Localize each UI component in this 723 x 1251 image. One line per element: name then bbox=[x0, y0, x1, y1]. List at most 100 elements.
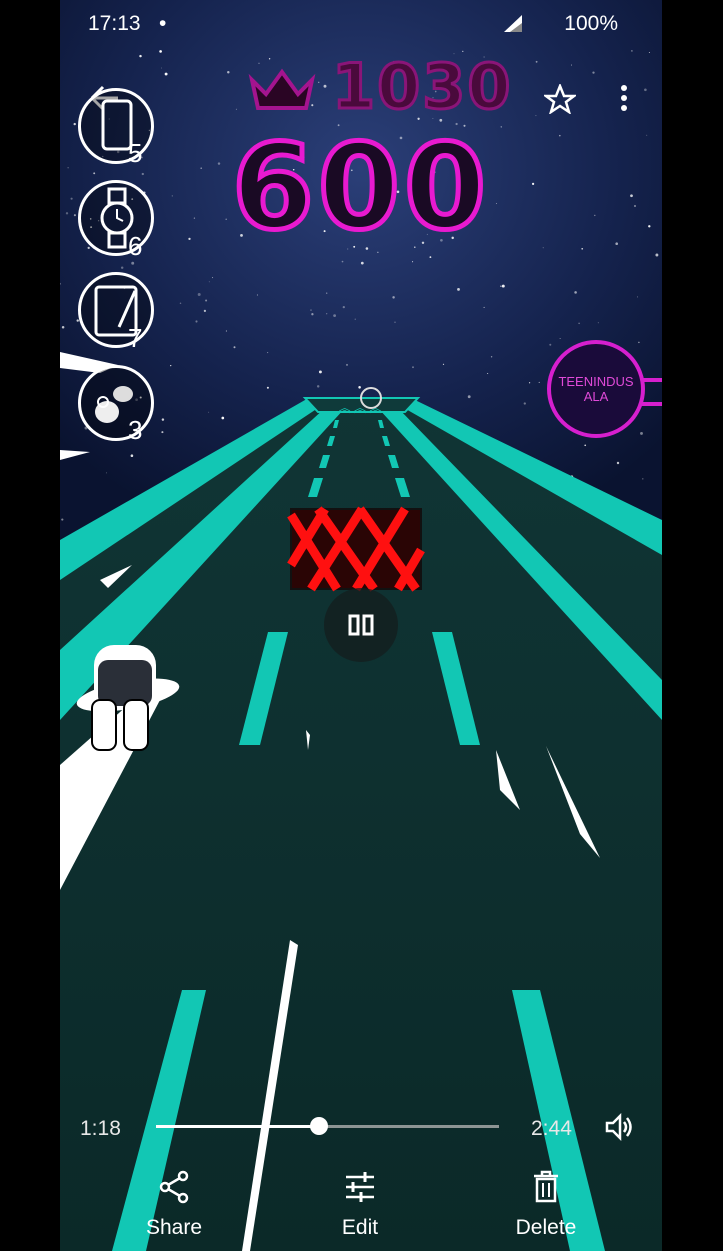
star bbox=[549, 343, 552, 346]
star bbox=[644, 88, 647, 92]
star bbox=[528, 382, 531, 384]
trash-icon bbox=[534, 1170, 558, 1203]
star bbox=[490, 356, 493, 358]
edit-label: Edit bbox=[341, 1216, 379, 1239]
star bbox=[592, 71, 595, 74]
star bbox=[584, 444, 587, 447]
star bbox=[233, 346, 236, 349]
powerup-watch-count: 6 bbox=[128, 231, 143, 261]
edit-button[interactable]: Edit bbox=[300, 1170, 420, 1240]
star bbox=[159, 50, 162, 53]
pause-icon bbox=[348, 614, 374, 636]
star bbox=[195, 320, 198, 323]
star bbox=[311, 313, 314, 316]
delete-button[interactable]: Delete bbox=[486, 1170, 606, 1240]
star bbox=[258, 62, 260, 64]
current-time: 1:18 bbox=[80, 1117, 121, 1140]
best-score: 1030 bbox=[331, 49, 513, 125]
powerup-watch bbox=[78, 180, 154, 256]
star bbox=[208, 411, 210, 413]
star bbox=[139, 54, 142, 58]
star bbox=[61, 325, 65, 329]
star bbox=[535, 115, 537, 117]
star bbox=[346, 363, 348, 366]
status-time: 17:13 bbox=[88, 12, 141, 35]
action-bar: Share Edit Delete bbox=[60, 1170, 662, 1251]
star bbox=[208, 281, 210, 283]
star bbox=[535, 60, 538, 63]
star bbox=[221, 416, 225, 420]
star bbox=[225, 330, 227, 332]
star bbox=[256, 294, 258, 296]
powerup-phone-count: 5 bbox=[128, 138, 143, 168]
star bbox=[559, 337, 561, 339]
crown-icon bbox=[248, 68, 316, 110]
star bbox=[429, 256, 432, 259]
star bbox=[487, 373, 489, 374]
star bbox=[457, 288, 460, 291]
star bbox=[538, 381, 540, 383]
star bbox=[227, 71, 230, 74]
star bbox=[523, 402, 526, 405]
star bbox=[597, 322, 599, 324]
star bbox=[266, 386, 269, 389]
star bbox=[358, 386, 361, 389]
star bbox=[318, 370, 322, 374]
star bbox=[164, 72, 168, 76]
star bbox=[235, 108, 237, 110]
star bbox=[161, 67, 162, 69]
notification-dot: • bbox=[159, 12, 167, 35]
star bbox=[578, 322, 580, 325]
star bbox=[205, 299, 208, 302]
share-icon bbox=[159, 1170, 189, 1204]
obstacle-barrier bbox=[287, 506, 425, 592]
star bbox=[310, 309, 312, 311]
powerup-earbuds-count: 3 bbox=[128, 415, 143, 445]
star bbox=[467, 395, 471, 399]
star bbox=[394, 321, 396, 323]
share-button[interactable]: Share bbox=[114, 1170, 234, 1240]
star bbox=[501, 284, 505, 288]
signal-icon bbox=[504, 15, 522, 32]
star bbox=[203, 309, 207, 313]
star bbox=[637, 296, 639, 298]
star bbox=[574, 291, 577, 294]
star bbox=[316, 385, 320, 388]
star bbox=[323, 84, 327, 88]
booth-label-line2: ALA bbox=[583, 389, 609, 404]
star bbox=[616, 461, 620, 465]
volume-icon[interactable] bbox=[605, 1113, 637, 1141]
star bbox=[130, 454, 134, 457]
star bbox=[131, 261, 135, 265]
star bbox=[61, 518, 64, 521]
star bbox=[326, 292, 328, 294]
star bbox=[170, 364, 172, 367]
star bbox=[342, 305, 345, 309]
star bbox=[341, 260, 344, 263]
star bbox=[640, 431, 643, 435]
more-options-icon[interactable] bbox=[618, 84, 630, 112]
star bbox=[161, 431, 164, 434]
star bbox=[318, 81, 320, 83]
powerup-tablet-count: 7 bbox=[128, 323, 143, 353]
seek-handle[interactable] bbox=[309, 1117, 328, 1135]
star bbox=[267, 352, 269, 354]
star bbox=[212, 277, 214, 279]
booth-label-line1: TEENINDUS bbox=[558, 374, 634, 389]
star bbox=[631, 50, 633, 52]
star bbox=[354, 318, 356, 320]
star bbox=[412, 366, 414, 369]
booth-sign: TEENINDUS ALA bbox=[547, 340, 645, 438]
playback-seekbar: 1:18 2:44 bbox=[60, 1108, 662, 1148]
total-time: 2:44 bbox=[531, 1117, 572, 1140]
star bbox=[333, 314, 336, 317]
star-icon[interactable] bbox=[544, 84, 576, 114]
star bbox=[638, 341, 640, 344]
pause-button[interactable] bbox=[324, 588, 398, 662]
star bbox=[120, 266, 124, 269]
star bbox=[500, 285, 502, 287]
status-bar: 17:13 • 100% bbox=[60, 0, 662, 48]
booth-connector bbox=[641, 378, 662, 406]
battery-level: 100% bbox=[564, 12, 618, 35]
star bbox=[179, 302, 182, 305]
